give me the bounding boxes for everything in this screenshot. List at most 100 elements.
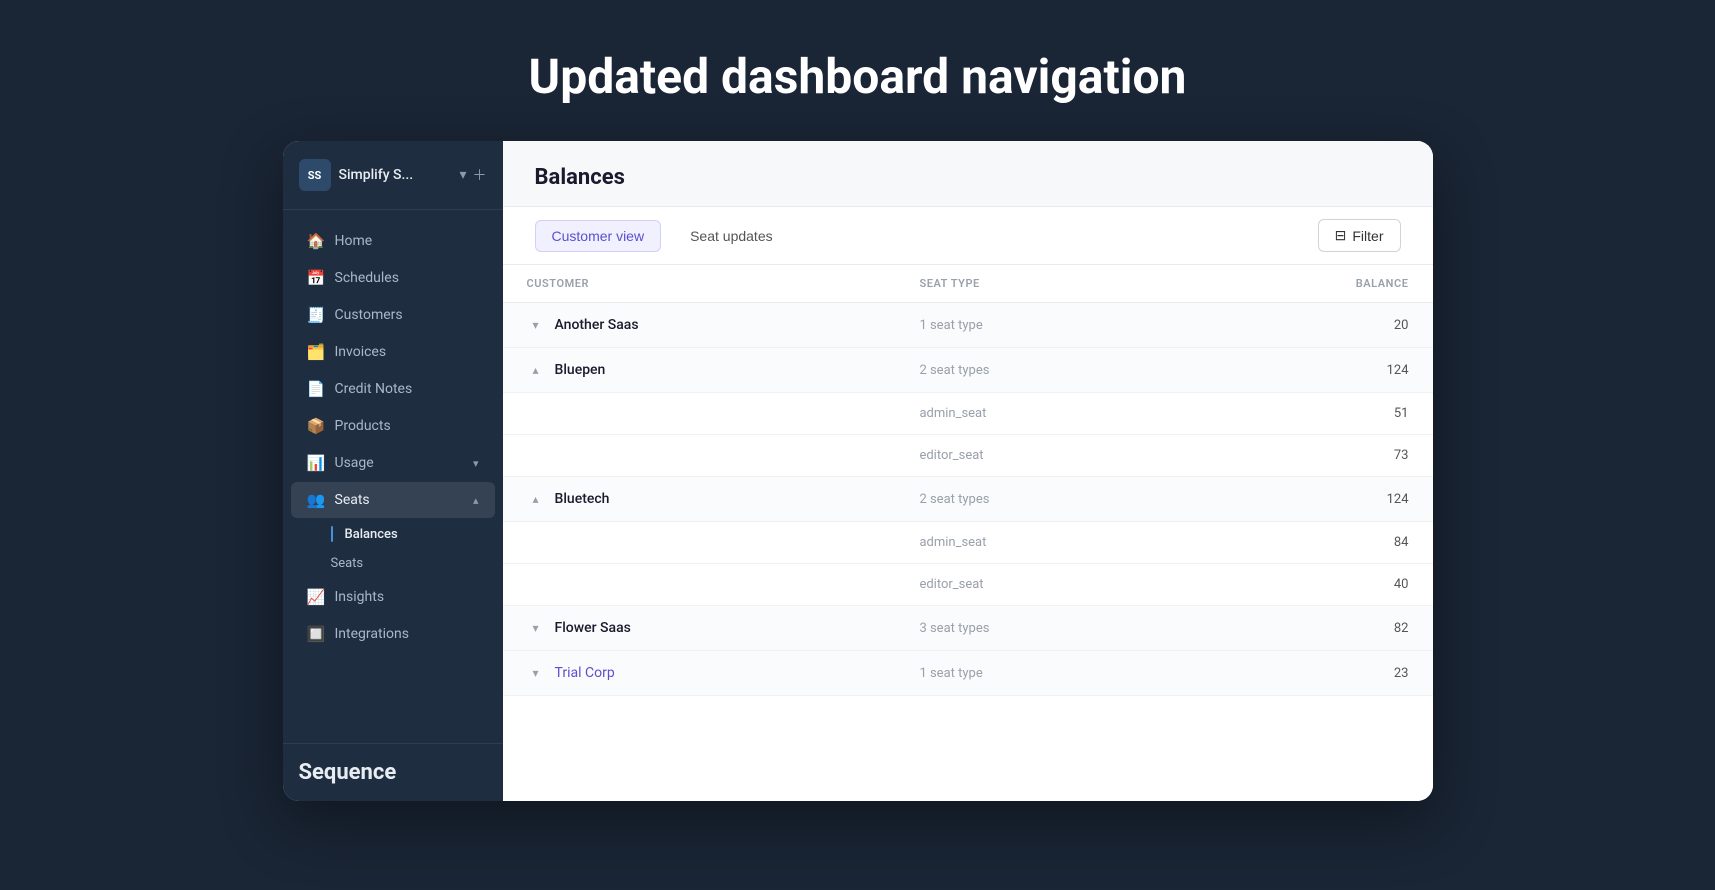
sidebar-item-label: Seats — [335, 492, 370, 508]
table-header-row: CUSTOMER SEAT TYPE BALANCE — [503, 265, 1433, 303]
seat-type-cell: 1 seat type — [895, 651, 1185, 696]
home-icon: 🏠 — [307, 232, 325, 250]
sidebar-sub-item-balances[interactable]: Balances — [319, 519, 495, 549]
balance-cell: 82 — [1185, 606, 1432, 651]
customer-name: Another Saas — [555, 317, 639, 333]
chevron-down-icon[interactable]: ▾ — [527, 619, 545, 637]
sidebar-item-invoices[interactable]: 🗂️ Invoices — [291, 334, 495, 370]
balance-cell: 124 — [1185, 348, 1432, 393]
sidebar-item-seats[interactable]: 👥 Seats ▴ — [291, 482, 495, 518]
chevron-up-icon[interactable]: ▴ — [527, 490, 545, 508]
sidebar-item-usage[interactable]: 📊 Usage ▾ — [291, 445, 495, 481]
chevron-down-icon[interactable]: ▾ — [527, 664, 545, 682]
table-row: ▴ Bluetech 2 seat types 124 — [503, 477, 1433, 522]
invoices-icon: 🗂️ — [307, 343, 325, 361]
seat-type-cell: 2 seat types — [895, 348, 1185, 393]
customer-cell: ▴ Bluepen — [503, 348, 896, 393]
insights-icon: 📈 — [307, 588, 325, 606]
table-row: ▾ Trial Corp 1 seat type 23 — [503, 651, 1433, 696]
customer-cell-empty — [503, 393, 896, 435]
content-title: Balances — [535, 165, 1401, 190]
balance-cell: 73 — [1185, 435, 1432, 477]
customer-cell-empty — [503, 564, 896, 606]
filter-button[interactable]: ⊟ Filter — [1318, 219, 1401, 252]
sidebar-item-products[interactable]: 📦 Products — [291, 408, 495, 444]
sidebar-header-actions[interactable]: ▾ ＋ — [459, 165, 486, 185]
seats-icon: 👥 — [307, 491, 325, 509]
table-sub-row: editor_seat 73 — [503, 435, 1433, 477]
usage-icon: 📊 — [307, 454, 325, 472]
seat-type-cell: 2 seat types — [895, 477, 1185, 522]
balance-cell: 124 — [1185, 477, 1432, 522]
customer-cell: ▾ Flower Saas — [503, 606, 896, 651]
filter-label: Filter — [1352, 228, 1383, 244]
seat-type-cell: admin_seat — [895, 522, 1185, 564]
sidebar-item-label: Insights — [335, 589, 385, 605]
products-icon: 📦 — [307, 417, 325, 435]
active-indicator — [331, 526, 333, 542]
chevron-down-icon[interactable]: ▾ — [459, 167, 466, 183]
customer-cell: ▾ Another Saas — [503, 303, 896, 348]
tab-seat-updates[interactable]: Seat updates — [673, 220, 790, 252]
table-sub-row: admin_seat 51 — [503, 393, 1433, 435]
integrations-icon: 🔲 — [307, 625, 325, 643]
table-row: ▾ Flower Saas 3 seat types 82 — [503, 606, 1433, 651]
content-header: Balances — [503, 141, 1433, 206]
chevron-down-icon[interactable]: ▾ — [527, 316, 545, 334]
seat-type-cell: 3 seat types — [895, 606, 1185, 651]
sidebar-item-insights[interactable]: 📈 Insights — [291, 579, 495, 615]
seats-sub-nav: Balances Seats — [319, 519, 495, 578]
table-row: ▾ Another Saas 1 seat type 20 — [503, 303, 1433, 348]
credit-notes-icon: 📄 — [307, 380, 325, 398]
sidebar-item-integrations[interactable]: 🔲 Integrations — [291, 616, 495, 652]
sidebar-sub-item-label: Balances — [345, 527, 398, 542]
balance-cell: 40 — [1185, 564, 1432, 606]
customers-icon: 🧾 — [307, 306, 325, 324]
chevron-up-icon[interactable]: ▴ — [527, 361, 545, 379]
company-name: Simplify S... — [339, 167, 452, 183]
content-toolbar: Customer view Seat updates ⊟ Filter — [503, 206, 1433, 265]
sidebar-item-credit-notes[interactable]: 📄 Credit Notes — [291, 371, 495, 407]
column-header-balance: BALANCE — [1185, 265, 1432, 303]
tab-customer-view[interactable]: Customer view — [535, 220, 662, 252]
sidebar-sub-item-label: Seats — [331, 556, 364, 571]
sidebar-item-label: Invoices — [335, 344, 387, 360]
seat-type-cell: editor_seat — [895, 435, 1185, 477]
sidebar-item-customers[interactable]: 🧾 Customers — [291, 297, 495, 333]
sidebar-item-label: Credit Notes — [335, 381, 413, 397]
schedules-icon: 📅 — [307, 269, 325, 287]
seat-type-cell: 1 seat type — [895, 303, 1185, 348]
customer-name: Flower Saas — [555, 620, 631, 636]
seat-type-cell: admin_seat — [895, 393, 1185, 435]
customer-cell: ▾ Trial Corp — [503, 651, 896, 696]
table-sub-row: admin_seat 84 — [503, 522, 1433, 564]
balance-cell: 84 — [1185, 522, 1432, 564]
balances-table-container: CUSTOMER SEAT TYPE BALANCE ▾ Another Saa… — [503, 265, 1433, 801]
customer-cell: ▴ Bluetech — [503, 477, 896, 522]
balance-cell: 23 — [1185, 651, 1432, 696]
table-row: ▴ Bluepen 2 seat types 124 — [503, 348, 1433, 393]
company-logo: SS — [299, 159, 331, 191]
seat-type-cell: editor_seat — [895, 564, 1185, 606]
column-header-seat-type: SEAT TYPE — [895, 265, 1185, 303]
balance-cell: 51 — [1185, 393, 1432, 435]
sidebar-header: SS Simplify S... ▾ ＋ — [283, 141, 503, 210]
sidebar-item-label: Customers — [335, 307, 403, 323]
page-heading: Updated dashboard navigation — [0, 0, 1715, 141]
chevron-down-icon: ▾ — [473, 457, 479, 470]
customer-name: Bluetech — [555, 491, 610, 507]
sidebar-item-home[interactable]: 🏠 Home — [291, 223, 495, 259]
sidebar-item-label: Home — [335, 233, 373, 249]
sidebar-item-label: Schedules — [335, 270, 399, 286]
customer-cell-empty — [503, 435, 896, 477]
sidebar-item-schedules[interactable]: 📅 Schedules — [291, 260, 495, 296]
add-icon[interactable]: ＋ — [473, 165, 487, 185]
sidebar-item-label: Integrations — [335, 626, 409, 642]
sidebar-sub-item-seats[interactable]: Seats — [319, 549, 495, 578]
balances-table: CUSTOMER SEAT TYPE BALANCE ▾ Another Saa… — [503, 265, 1433, 696]
filter-icon: ⊟ — [1335, 227, 1347, 244]
customer-link[interactable]: Trial Corp — [555, 665, 615, 681]
sidebar-item-label: Usage — [335, 455, 374, 471]
column-header-customer: CUSTOMER — [503, 265, 896, 303]
brand-logo: Sequence — [299, 760, 487, 785]
